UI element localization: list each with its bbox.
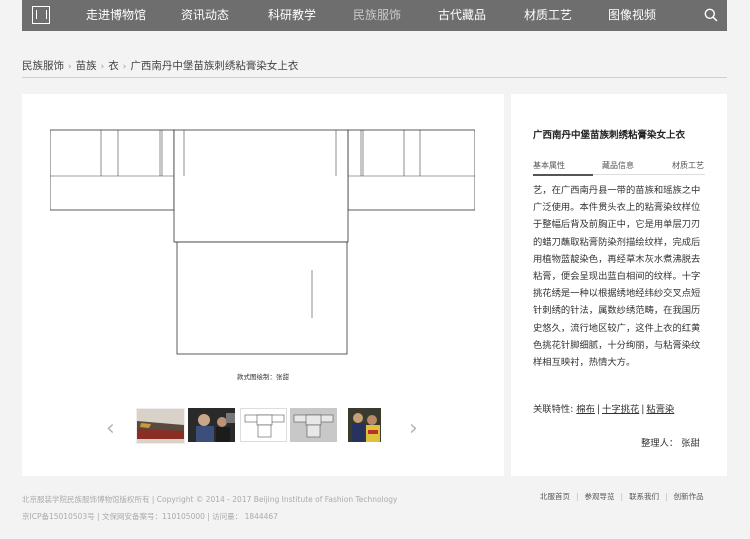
tab-basic-properties[interactable]: 基本属性 <box>533 160 565 171</box>
image-gallery: 款式图绘制：张甜 ‹ › <box>22 94 504 476</box>
item-detail-panel: 广西南丹中堡苗族刺绣粘膏染女上衣 基本属性 藏品信息 材质工艺 艺，在广西南丹县… <box>511 94 727 476</box>
footer-link-guide[interactable]: 参观导览 <box>585 491 615 502</box>
nav-item-materials[interactable]: 材质工艺 <box>524 0 572 31</box>
nav-item-ethnic-costume[interactable]: 民族服饰 <box>353 0 401 31</box>
chevron-left-icon[interactable]: ‹ <box>106 418 115 440</box>
tab-material-craft[interactable]: 材质工艺 <box>672 160 704 171</box>
nav-item-images-video[interactable]: 图像视频 <box>608 0 656 31</box>
museum-logo-icon[interactable] <box>32 6 50 24</box>
footer-link-home[interactable]: 北服首页 <box>540 491 570 502</box>
nav-item-about[interactable]: 走进博物馆 <box>86 0 146 31</box>
breadcrumb-separator-icon: › <box>100 62 105 72</box>
garment-line-drawing <box>50 129 475 355</box>
breadcrumb-separator-icon: › <box>122 62 127 72</box>
description-text: 艺，在广西南丹县一带的苗族和瑶族之中广泛使用。本件贯头衣上的粘膏染纹样位于整幅后… <box>533 185 701 369</box>
footer-copyright: 北京服装学院民族服饰博物馆版权所有 | Copyright © 2014 - 2… <box>22 491 398 525</box>
editor-credit: 整理人： 张甜 <box>641 438 700 449</box>
breadcrumb-current: 广西南丹中堡苗族刺绣粘膏染女上衣 <box>130 60 299 72</box>
link-divider: | <box>596 404 601 415</box>
related-features: 关联特性: 棉布 | 十字挑花 | 粘膏染 <box>533 401 674 415</box>
detail-tabs: 基本属性 藏品信息 材质工艺 <box>533 160 705 174</box>
item-description[interactable]: 艺，在广西南丹县一带的苗族和瑶族之中广泛使用。本件贯头衣上的粘膏染纹样位于整幅后… <box>533 182 709 371</box>
nav-item-ancient-collection[interactable]: 古代藏品 <box>438 0 486 31</box>
registration-line: 京ICP备15010503号 | 文保网安备案号：110105000 | 访问量… <box>22 512 278 521</box>
search-icon[interactable] <box>704 8 718 22</box>
tab-collection-info[interactable]: 藏品信息 <box>602 160 634 171</box>
thumbnail-5[interactable] <box>348 408 381 442</box>
footer-divider: | <box>620 492 624 501</box>
breadcrumb-separator-icon: › <box>68 62 72 72</box>
thumbnail-3[interactable] <box>240 408 287 442</box>
footer-divider: | <box>665 492 668 501</box>
link-divider: | <box>641 404 645 415</box>
breadcrumb-item[interactable]: 民族服饰 <box>22 58 64 73</box>
thumbnail-4-selected[interactable] <box>290 408 337 442</box>
footer-links: 北服首页 | 参观导览 | 联系我们 | 创新作品 <box>540 491 704 502</box>
active-tab-indicator <box>533 174 593 176</box>
chevron-right-icon[interactable]: › <box>409 418 418 440</box>
footer-link-works[interactable]: 创新作品 <box>674 491 704 502</box>
footer-link-contact[interactable]: 联系我们 <box>629 491 659 502</box>
drawing-caption: 款式图绘制：张甜 <box>237 373 289 381</box>
copyright-line: 北京服装学院民族服饰博物馆版权所有 | Copyright © 2014 - 2… <box>22 495 398 504</box>
nav-item-news[interactable]: 资讯动态 <box>181 0 229 31</box>
related-link-cross-stitch[interactable]: 十字挑花 <box>602 404 639 415</box>
thumbnail-1[interactable] <box>136 408 185 444</box>
breadcrumb-item[interactable]: 苗族 <box>76 58 97 73</box>
top-nav: 走进博物馆 资讯动态 科研教学 民族服饰 古代藏品 材质工艺 图像视频 <box>22 0 727 31</box>
breadcrumb-divider <box>22 77 727 78</box>
thumbnail-2[interactable] <box>188 408 235 442</box>
footer-divider: | <box>576 492 579 501</box>
related-link-cotton[interactable]: 棉布 <box>576 404 595 415</box>
related-link-paste-dye[interactable]: 粘膏染 <box>646 404 674 415</box>
breadcrumb: 民族服饰 › 苗族 › 衣 › 广西南丹中堡苗族刺绣粘膏染女上衣 <box>22 58 727 78</box>
item-title: 广西南丹中堡苗族刺绣粘膏染女上衣 <box>533 130 686 141</box>
nav-item-research[interactable]: 科研教学 <box>268 0 316 31</box>
related-label: 关联特性: <box>533 404 574 415</box>
breadcrumb-item[interactable]: 衣 <box>108 58 119 73</box>
